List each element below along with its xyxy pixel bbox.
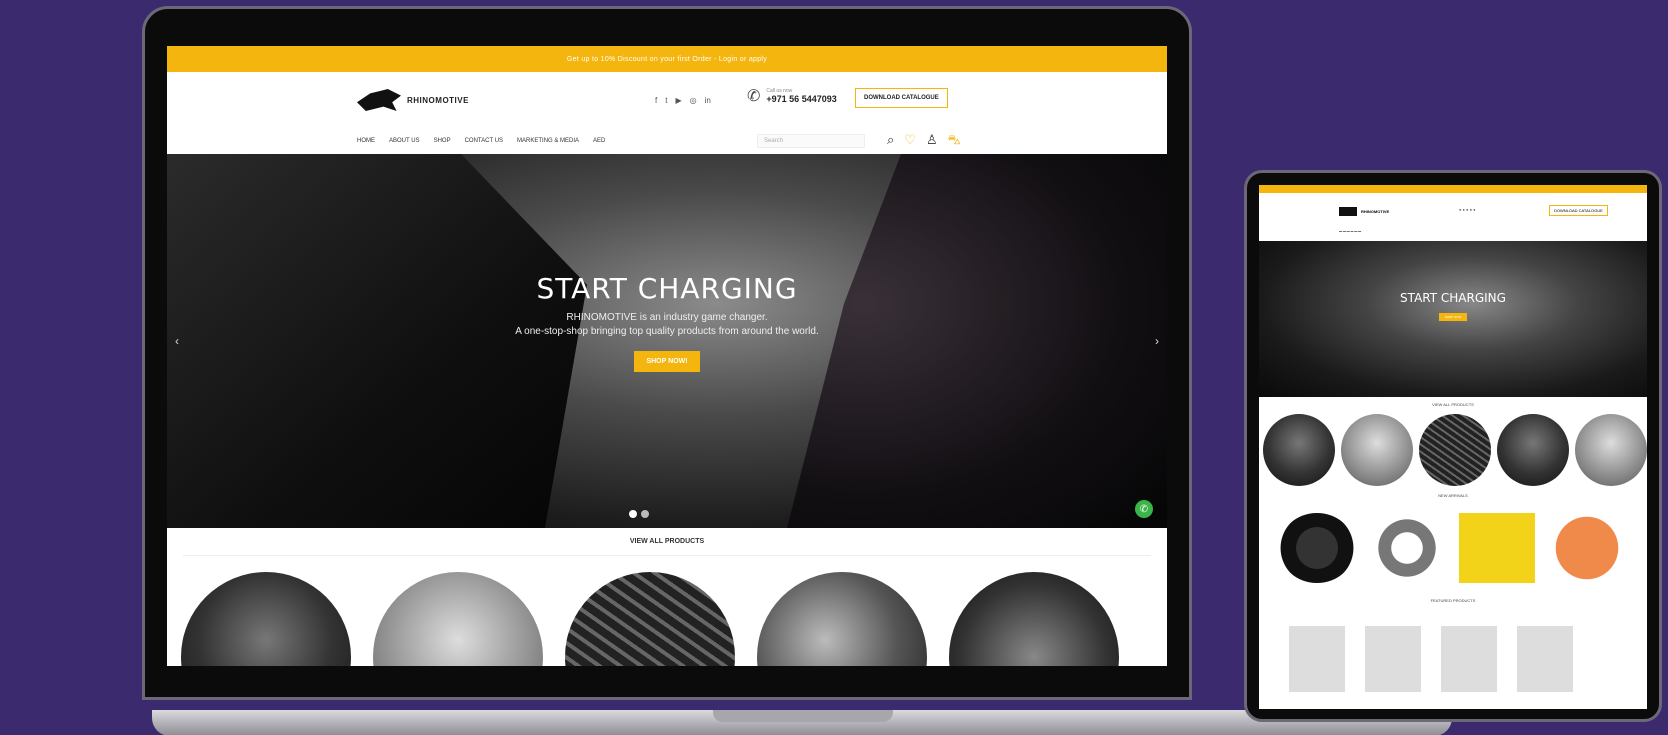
product-image[interactable]	[1459, 513, 1535, 583]
hero-slider: ‹ › START CHARGING RHINOMOTIVE is an ind…	[167, 154, 1167, 528]
instagram-icon[interactable]: ◎	[690, 96, 697, 105]
tablet-screen: RHINOMOTIVE ● ● ● ● ● DOWNLOAD CATALOGUE…	[1259, 185, 1647, 709]
tablet-hero: START CHARGING SHOP NOW	[1259, 241, 1647, 397]
nav-item-marketing[interactable]: MARKETING & MEDIA	[517, 138, 579, 144]
slider-dots	[629, 510, 649, 518]
logo[interactable]: RHINOMOTIVE	[357, 89, 469, 111]
tablet-logo-text[interactable]: RHINOMOTIVE	[1361, 209, 1389, 214]
twitter-icon[interactable]: t	[665, 96, 667, 105]
tablet-header: RHINOMOTIVE ● ● ● ● ● DOWNLOAD CATALOGUE	[1259, 193, 1647, 229]
tablet-category-carousel	[1259, 412, 1647, 488]
tablet-mockup: RHINOMOTIVE ● ● ● ● ● DOWNLOAD CATALOGUE…	[1244, 170, 1662, 722]
nav-item-about[interactable]: ABOUT US	[389, 138, 420, 144]
product-image[interactable]	[1549, 513, 1625, 583]
laptop-screen: Get up to 10% Discount on your first Ord…	[167, 46, 1167, 666]
category-image[interactable]	[1419, 414, 1491, 486]
tablet-product-row	[1259, 608, 1647, 709]
account-icon[interactable]: ♙	[926, 132, 938, 150]
hero-subtitle-line2: A one-stop-shop bringing top quality pro…	[515, 326, 819, 337]
phone-icon: ✆	[747, 88, 761, 105]
nav-item-shop[interactable]: SHOP	[434, 138, 451, 144]
hero-title: START CHARGING	[536, 272, 798, 305]
category-carousel	[167, 556, 1167, 666]
site-header: RHINOMOTIVE f t ▶ ◎ in ✆ Call us now +97…	[167, 72, 1167, 128]
category-image[interactable]	[565, 572, 735, 666]
search-icon[interactable]: ⌕	[887, 132, 894, 150]
search-input[interactable]: Search	[757, 134, 865, 148]
shop-now-button[interactable]: SHOP NOW!	[634, 351, 700, 372]
wishlist-icon[interactable]: ♡	[904, 132, 916, 150]
rhino-logo-icon	[1339, 206, 1357, 216]
category-image[interactable]	[1497, 414, 1569, 486]
logo-text: RHINOMOTIVE	[407, 95, 469, 105]
social-links: f t ▶ ◎ in	[655, 96, 711, 105]
slider-dot[interactable]	[629, 510, 637, 518]
category-image[interactable]	[1575, 414, 1647, 486]
download-catalogue-button[interactable]: DOWNLOAD CATALOGUE	[855, 88, 948, 108]
promo-text[interactable]: Get up to 10% Discount on your first Ord…	[567, 56, 767, 63]
product-image[interactable]	[1441, 626, 1497, 692]
cart-icon[interactable]: ⛍	[948, 132, 961, 150]
phone-number: +971 56 5447093	[766, 94, 837, 104]
product-image[interactable]	[1279, 513, 1355, 583]
nav-item-home[interactable]: HOME	[357, 138, 375, 144]
slider-dot[interactable]	[641, 510, 649, 518]
nav-item-contact[interactable]: CONTACT US	[465, 138, 503, 144]
category-image[interactable]	[1263, 414, 1335, 486]
laptop-notch	[713, 710, 893, 722]
hero-subtitle-line1: RHINOMOTIVE is an industry game changer.	[566, 312, 768, 323]
tablet-section-title: VIEW ALL PRODUCTS	[1432, 402, 1474, 407]
product-image[interactable]	[1289, 626, 1345, 692]
tablet-social-icons: ● ● ● ● ●	[1459, 207, 1476, 212]
facebook-icon[interactable]: f	[655, 96, 657, 105]
promo-topbar: Get up to 10% Discount on your first Ord…	[167, 46, 1167, 72]
youtube-icon[interactable]: ▶	[675, 96, 681, 105]
product-image[interactable]	[1517, 626, 1573, 692]
tablet-section-title: NEW ARRIVALS	[1438, 493, 1468, 498]
tablet-topbar	[1259, 185, 1647, 193]
category-image[interactable]	[1341, 414, 1413, 486]
section-title: VIEW ALL PRODUCTS	[183, 528, 1151, 556]
laptop-mockup: Get up to 10% Discount on your first Ord…	[142, 6, 1452, 735]
tablet-shop-now-button[interactable]: SHOP NOW	[1438, 313, 1468, 321]
category-image[interactable]	[373, 572, 543, 666]
tablet-nav: ▬ ▬ ▬ ▬ ▬ ▬	[1339, 229, 1362, 233]
phone-contact[interactable]: ✆ Call us now +971 56 5447093	[747, 86, 837, 106]
linkedin-icon[interactable]: in	[705, 96, 711, 105]
product-image[interactable]	[1369, 513, 1445, 583]
nav-item-currency[interactable]: AED	[593, 138, 605, 144]
whatsapp-icon[interactable]: ✆	[1135, 500, 1153, 518]
category-image[interactable]	[181, 572, 351, 666]
header-icons: ⌕ ♡ ♙ ⛍	[887, 132, 961, 150]
tablet-section-title: FEATURED PRODUCTS	[1430, 598, 1476, 603]
tablet-product-row	[1259, 503, 1647, 593]
main-nav: HOME ABOUT US SHOP CONTACT US MARKETING …	[167, 128, 1167, 154]
tablet-catalogue-button[interactable]: DOWNLOAD CATALOGUE	[1549, 205, 1608, 216]
category-image[interactable]	[949, 572, 1119, 666]
product-image[interactable]	[1365, 626, 1421, 692]
tablet-hero-title: START CHARGING	[1400, 291, 1506, 305]
category-image[interactable]	[757, 572, 927, 666]
rhino-logo-icon	[357, 89, 401, 111]
